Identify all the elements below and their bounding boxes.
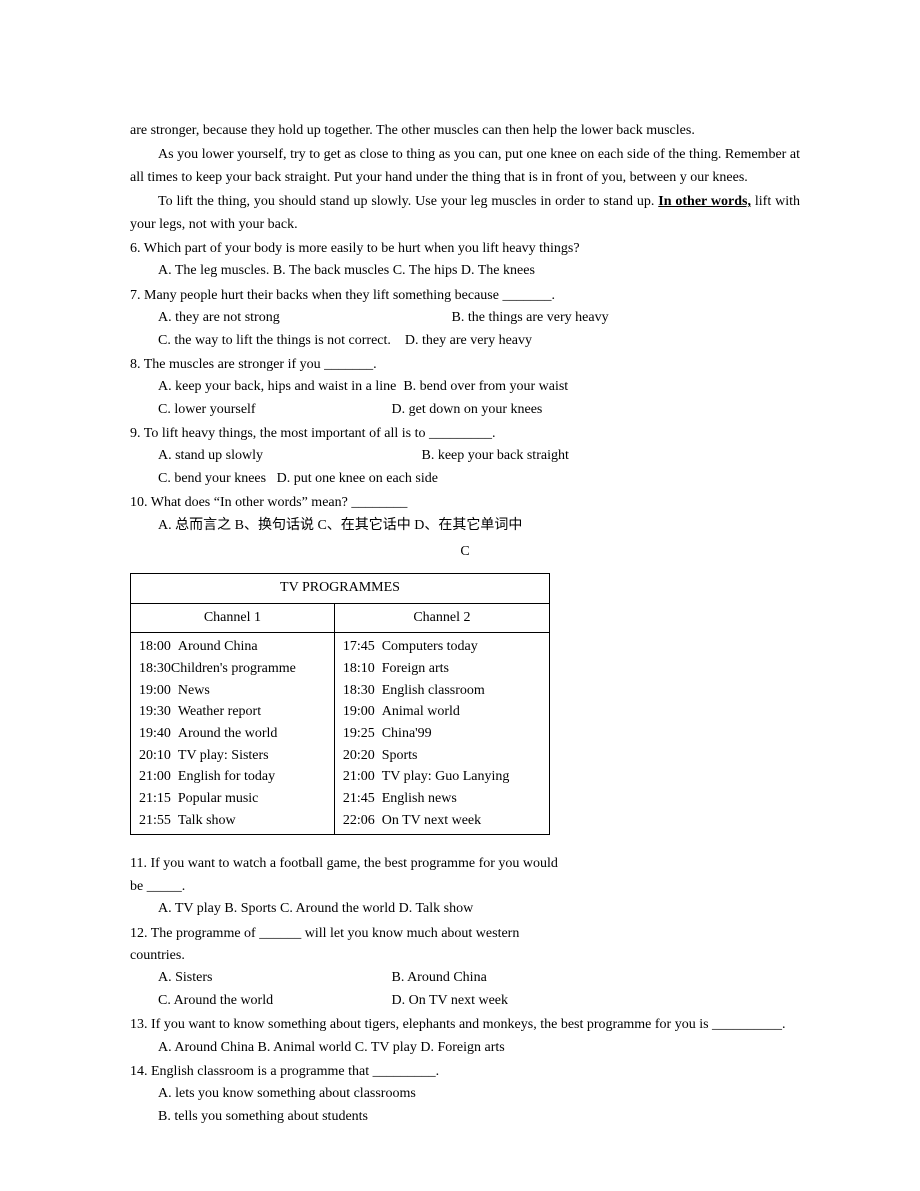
question-11-stem-a: 11. If you want to watch a football game… [130,853,800,875]
question-9-options-row2: C. bend your knees D. put one knee on ea… [130,468,800,490]
question-11-stem-b: be _____. [130,876,800,898]
list-item: 20:20 Sports [343,745,541,767]
passage-paragraph-3: To lift the thing, you should stand up s… [130,191,800,236]
question-7-options-row2: C. the way to lift the things is not cor… [130,330,800,352]
question-7-option-a: A. they are not strong [158,307,448,329]
question-12-options-row1: A. Sisters B. Around China [130,967,800,989]
tv-programmes-table-container: TV PROGRAMMES Channel 1 Channel 2 18:00 … [130,573,800,835]
list-item: 18:30Children's programme [139,658,326,680]
question-7: 7. Many people hurt their backs when the… [130,285,800,352]
question-7-option-c: C. the way to lift the things is not cor… [158,330,391,352]
list-item: 21:00 TV play: Guo Lanying [343,766,541,788]
question-13-options: A. Around China B. Animal world C. TV pl… [130,1037,800,1059]
passage-paragraph-1: are stronger, because they hold up toget… [130,120,800,142]
question-8-option-c: C. lower yourself [158,399,388,421]
question-12-stem-b: countries. [130,945,800,967]
question-13-stem: 13. If you want to know something about … [130,1014,800,1036]
list-item: 19:25 China'99 [343,723,541,745]
question-11-options: A. TV play B. Sports C. Around the world… [130,898,800,920]
list-item: 18:10 Foreign arts [343,658,541,680]
question-9-option-c: C. bend your knees [158,468,266,490]
question-14-option-b: B. tells you something about students [130,1106,800,1128]
question-12-option-c: C. Around the world [158,990,388,1012]
question-9: 9. To lift heavy things, the most import… [130,423,800,490]
question-12-option-a: A. Sisters [158,967,388,989]
channel-2-list: 17:45 Computers today 18:10 Foreign arts… [343,636,541,831]
question-9-option-d: D. put one knee on each side [277,468,438,490]
question-10: 10. What does “In other words” mean? ___… [130,492,800,537]
list-item: 19:40 Around the world [139,723,326,745]
section-c-label: C [130,541,800,563]
list-item: 20:10 TV play: Sisters [139,745,326,767]
question-14-stem: 14. English classroom is a programme tha… [130,1061,800,1083]
list-item: 19:00 News [139,680,326,702]
question-12-option-b: B. Around China [392,967,487,989]
question-7-stem: 7. Many people hurt their backs when the… [130,285,800,307]
question-12-stem-a: 12. The programme of ______ will let you… [130,923,800,945]
list-item: 19:00 Animal world [343,701,541,723]
question-6: 6. Which part of your body is more easil… [130,238,800,283]
question-10-stem: 10. What does “In other words” mean? ___… [130,492,800,514]
list-item: 17:45 Computers today [343,636,541,658]
question-9-stem: 9. To lift heavy things, the most import… [130,423,800,445]
question-6-options: A. The leg muscles. B. The back muscles … [130,260,800,282]
question-9-option-a: A. stand up slowly [158,445,418,467]
tv-programmes-table: TV PROGRAMMES Channel 1 Channel 2 18:00 … [130,573,550,835]
passage-p3-underline: In other words, [658,194,751,209]
question-12-options-row2: C. Around the world D. On TV next week [130,990,800,1012]
question-7-options-row1: A. they are not strong B. the things are… [130,307,800,329]
question-8-stem: 8. The muscles are stronger if you _____… [130,354,800,376]
channel-2-schedule: 17:45 Computers today 18:10 Foreign arts… [334,633,549,835]
question-13: 13. If you want to know something about … [130,1014,800,1059]
passage-p3-pre: To lift the thing, you should stand up s… [158,194,658,209]
tv-table-title: TV PROGRAMMES [131,574,550,603]
question-14: 14. English classroom is a programme tha… [130,1061,800,1128]
list-item: 19:30 Weather report [139,701,326,723]
question-14-option-a: A. lets you know something about classro… [130,1083,800,1105]
question-9-options-row1: A. stand up slowly B. keep your back str… [130,445,800,467]
channel-1-header: Channel 1 [131,603,335,632]
question-8-option-a: A. keep your back, hips and waist in a l… [158,376,396,398]
question-8: 8. The muscles are stronger if you _____… [130,354,800,421]
list-item: 22:06 On TV next week [343,810,541,832]
question-6-stem: 6. Which part of your body is more easil… [130,238,800,260]
question-7-option-b: B. the things are very heavy [452,307,609,329]
channel-1-list: 18:00 Around China 18:30Children's progr… [139,636,326,831]
question-8-option-b: B. bend over from your waist [403,376,568,398]
question-8-options-row2: C. lower yourself D. get down on your kn… [130,399,800,421]
list-item: 18:00 Around China [139,636,326,658]
list-item: 21:45 English news [343,788,541,810]
list-item: 21:00 English for today [139,766,326,788]
list-item: 21:15 Popular music [139,788,326,810]
question-8-options-row1: A. keep your back, hips and waist in a l… [130,376,800,398]
question-8-option-d: D. get down on your knees [392,399,543,421]
question-11: 11. If you want to watch a football game… [130,853,800,920]
list-item: 18:30 English classroom [343,680,541,702]
question-12: 12. The programme of ______ will let you… [130,923,800,1013]
question-9-option-b: B. keep your back straight [422,445,569,467]
question-12-option-d: D. On TV next week [392,990,509,1012]
list-item: 21:55 Talk show [139,810,326,832]
passage-paragraph-2: As you lower yourself, try to get as clo… [130,144,800,189]
question-7-option-d: D. they are very heavy [405,330,532,352]
channel-2-header: Channel 2 [334,603,549,632]
question-10-options: A. 总而言之 B、换句话说 C、在其它话中 D、在其它单词中 [130,515,800,537]
channel-1-schedule: 18:00 Around China 18:30Children's progr… [131,633,335,835]
